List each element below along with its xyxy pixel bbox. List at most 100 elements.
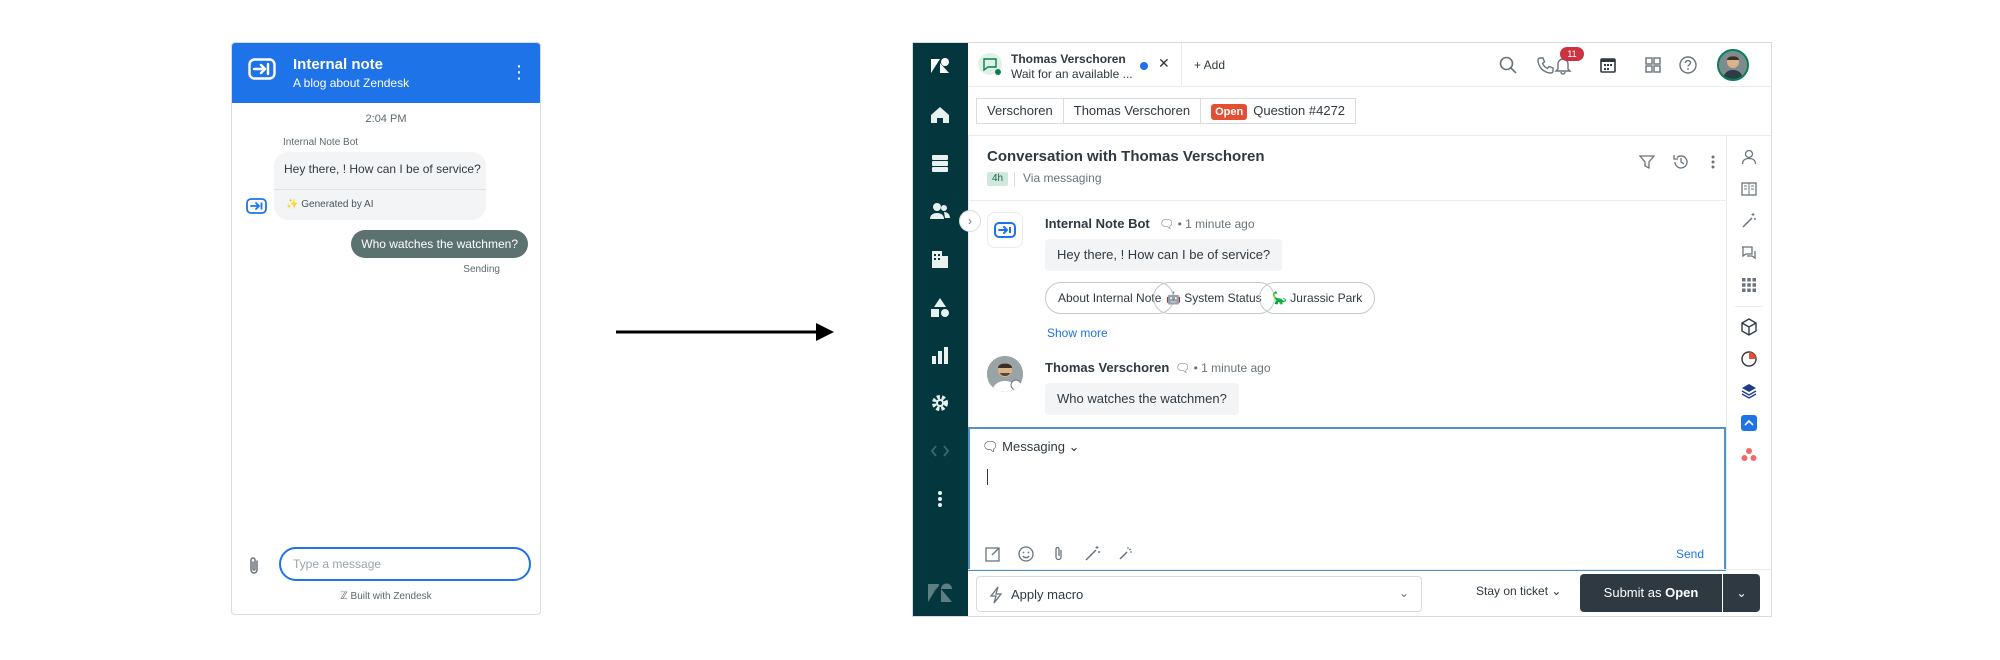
chevron-down-icon: ⌄	[1398, 586, 1409, 600]
admin-gear-icon[interactable]	[929, 392, 951, 414]
agent-workspace: Thomas Verschoren Wait for an available …	[912, 42, 1772, 617]
agent-avatar[interactable]	[1717, 49, 1749, 81]
sending-status: Sending	[463, 264, 500, 275]
ticket-footer: Apply macro ⌄ Stay on ticket ⌄ Submit as…	[968, 569, 1771, 616]
filter-icon[interactable]	[1638, 153, 1656, 171]
layers-app-icon[interactable]	[1740, 382, 1758, 400]
built-with-zendesk: ℤ Built with Zendesk	[232, 591, 540, 602]
widget-subtitle: A blog about Zendesk	[293, 76, 410, 90]
ticket-age-badge: 4h	[987, 172, 1009, 186]
magic-wand-icon[interactable]	[1116, 545, 1134, 563]
chevron-down-icon: ⌄	[1551, 584, 1562, 598]
user-profile-icon[interactable]	[1740, 148, 1758, 166]
apply-macro-label: Apply macro	[1011, 587, 1084, 602]
bot-name: Internal Note Bot	[283, 137, 359, 148]
views-icon[interactable]	[929, 152, 951, 174]
reply-composer[interactable]: 🗨 Messaging ⌄ Send	[968, 427, 1726, 571]
top-bar: Thomas Verschoren Wait for an available …	[968, 43, 1771, 87]
channel-via-label: Via messaging	[1023, 171, 1102, 185]
internal-note-logo-icon	[248, 58, 276, 80]
bot-message-meta: 🗨 • 1 minute ago	[1159, 217, 1255, 231]
reporting-icon[interactable]	[929, 344, 951, 366]
status-badge: Open	[1211, 104, 1248, 120]
bubble-divider	[274, 189, 486, 190]
requester-author-name: Thomas Verschoren	[1045, 360, 1170, 375]
ticket-tab[interactable]: Thomas Verschoren Wait for an available …	[968, 43, 1182, 87]
close-tab-icon[interactable]: ✕	[1158, 55, 1170, 72]
sidebar-divider	[1735, 306, 1763, 307]
conversation-more-icon[interactable]	[1704, 153, 1722, 171]
apply-macro-dropdown[interactable]: Apply macro ⌄	[976, 576, 1422, 612]
message-timestamp: 2:04 PM	[365, 113, 407, 125]
zendesk-logo-icon[interactable]	[929, 55, 951, 77]
emoji-icon[interactable]	[1017, 545, 1035, 563]
cube-app-icon[interactable]	[1740, 318, 1758, 336]
apps-grid-icon[interactable]	[1643, 55, 1663, 75]
message-channel-icon: 🗨	[1159, 217, 1175, 231]
quick-reply-chip[interactable]: 🤖 System Status	[1153, 282, 1275, 314]
messaging-channel-icon	[978, 53, 1002, 75]
search-icon[interactable]	[1498, 55, 1518, 75]
dev-icon[interactable]	[929, 440, 951, 462]
history-icon[interactable]	[1672, 153, 1690, 171]
bot-avatar-icon	[987, 212, 1023, 248]
calendar-icon[interactable]	[1598, 55, 1618, 75]
widget-header: Internal note A blog about Zendesk ⋮	[232, 43, 540, 103]
widget-title: Internal note	[293, 56, 384, 73]
notification-count-badge: 11	[1560, 47, 1584, 61]
channel-selector[interactable]: 🗨 Messaging ⌄	[982, 439, 1080, 455]
compose-icon[interactable]	[984, 545, 1002, 563]
apps-icon[interactable]	[1740, 276, 1758, 294]
conversation-title: Conversation with Thomas Verschoren	[987, 148, 1265, 165]
more-icon[interactable]	[929, 488, 951, 510]
expand-panel-chevron-icon[interactable]: ›	[959, 210, 981, 232]
bot-message-text: Hey there, ! How can I be of service?	[1045, 239, 1283, 271]
conversation-divider	[969, 200, 1726, 201]
user-message-bubble: Who watches the watchmen?	[351, 230, 528, 258]
meta-separator: •	[1177, 217, 1182, 231]
submit-button[interactable]: Submit as Open	[1580, 574, 1722, 612]
side-conversations-icon[interactable]	[1740, 244, 1758, 262]
ai-wand-icon[interactable]	[1740, 212, 1758, 230]
speech-bubble-icon: 🗨	[982, 439, 999, 454]
attachment-icon[interactable]	[246, 555, 262, 577]
channel-label: Messaging	[1002, 439, 1066, 454]
requester-message-time: 1 minute ago	[1201, 361, 1271, 375]
bot-message-bubble: Hey there, ! How can I be of service? ✨ …	[274, 152, 486, 220]
requester-message-meta: 🗨 • 1 minute ago	[1175, 361, 1271, 375]
bot-message-text: Hey there, ! How can I be of service?	[284, 162, 481, 176]
tab-status-text: Wait for an available ...	[1011, 67, 1133, 81]
requester-message-text: Who watches the watchmen?	[1045, 383, 1239, 415]
help-icon[interactable]	[1678, 55, 1698, 75]
organizations-icon[interactable]	[929, 248, 951, 270]
knowledge-icon[interactable]	[1740, 180, 1758, 198]
chevron-down-icon: ⌄	[1068, 439, 1080, 454]
meta-divider	[1014, 172, 1015, 186]
quick-reply-chip[interactable]: 🦕 Jurassic Park	[1259, 282, 1376, 314]
message-input[interactable]	[279, 547, 531, 581]
breadcrumb-ticket[interactable]: Open Question #4272	[1200, 98, 1357, 124]
customers-icon[interactable]	[929, 200, 951, 222]
blue-app-icon[interactable]	[1740, 414, 1758, 432]
widget-menu-icon[interactable]: ⋮	[510, 61, 528, 85]
transition-arrow-icon	[616, 320, 836, 344]
stay-on-ticket-selector[interactable]: Stay on ticket ⌄	[1476, 584, 1561, 598]
home-icon[interactable]	[929, 104, 951, 126]
bot-avatar-icon	[246, 198, 268, 214]
show-more-link[interactable]: Show more	[1047, 326, 1108, 340]
objects-icon[interactable]	[929, 296, 951, 318]
built-with-text: Built with Zendesk	[350, 591, 432, 602]
breadcrumb-organization[interactable]: Verschoren	[976, 98, 1064, 124]
send-button[interactable]: Send	[1676, 547, 1704, 561]
pie-app-icon[interactable]	[1740, 350, 1758, 368]
attachment-icon[interactable]	[1050, 545, 1068, 563]
submit-status: Open	[1665, 585, 1699, 600]
zendesk-mini-icon: ℤ	[340, 591, 348, 602]
submit-options-chevron-icon[interactable]: ⌄	[1723, 574, 1760, 612]
ai-wand-icon[interactable]	[1083, 545, 1101, 563]
breadcrumb-requester[interactable]: Thomas Verschoren	[1062, 98, 1202, 124]
message-channel-icon: 🗨	[1175, 361, 1191, 375]
asana-app-icon[interactable]	[1740, 446, 1758, 464]
primary-nav	[913, 43, 968, 616]
add-tab-button[interactable]: + Add	[1194, 58, 1225, 72]
